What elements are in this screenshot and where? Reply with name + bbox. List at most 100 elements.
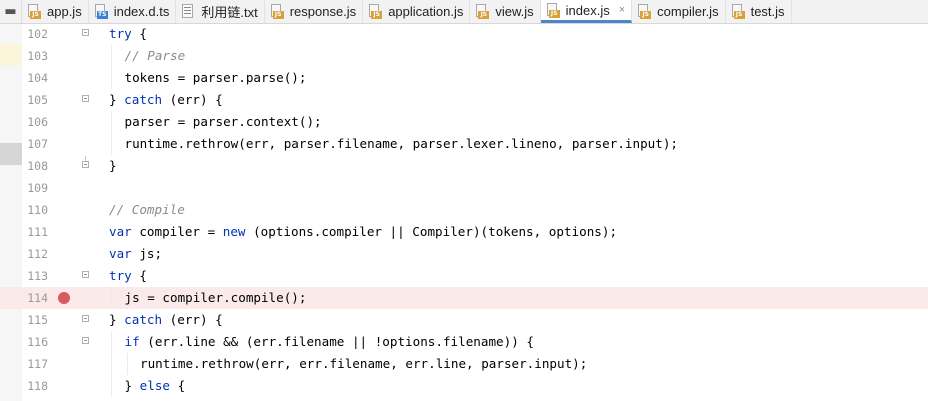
keyword-token: var <box>109 224 132 239</box>
breakpoint-icon[interactable] <box>58 292 70 304</box>
js-file-icon: JS <box>731 4 746 19</box>
fold-marker-icon[interactable] <box>82 95 89 102</box>
code-line[interactable]: 111 var compiler = new (options.compiler … <box>0 221 928 243</box>
code-line[interactable]: 103 // Parse <box>0 45 928 67</box>
tab-compiler-js[interactable]: JS compiler.js <box>632 0 726 23</box>
code-text: var js; <box>109 243 162 265</box>
line-number[interactable]: 114 <box>22 287 48 309</box>
code-token: { <box>131 268 147 283</box>
tab-label: 利用链.txt <box>201 5 258 20</box>
tab-label: view.js <box>495 4 534 19</box>
code-line[interactable]: 112 var js; <box>0 243 928 265</box>
code-text: } <box>109 155 117 177</box>
code-token: js = compiler.compile(); <box>124 290 307 305</box>
line-number[interactable]: 113 <box>22 265 48 287</box>
tab-label: index.js <box>565 2 610 18</box>
code-line[interactable]: 106 parser = parser.context(); <box>0 111 928 133</box>
tab-label: app.js <box>47 4 82 19</box>
indent-guide <box>126 353 128 375</box>
line-number[interactable]: 118 <box>22 375 48 397</box>
fold-marker-icon[interactable] <box>82 156 89 168</box>
code-text: } catch (err) { <box>109 309 223 331</box>
code-token: tokens = parser.parse(); <box>124 70 307 85</box>
keyword-token: if <box>124 334 140 349</box>
tab-txt[interactable]: 利用链.txt <box>176 0 265 23</box>
tab-label: response.js <box>289 4 357 19</box>
code-token: (err) { <box>162 92 223 107</box>
code-token: } <box>109 158 117 173</box>
tab-label: test.js <box>750 4 785 19</box>
code-token: runtime.rethrow(err, parser.filename, pa… <box>124 136 679 151</box>
fold-marker-icon[interactable] <box>82 271 89 278</box>
indent-guide <box>111 67 112 89</box>
code-line[interactable]: 104 tokens = parser.parse(); <box>0 67 928 89</box>
indent-guide <box>111 287 112 309</box>
line-number[interactable]: 115 <box>22 309 48 331</box>
line-number[interactable]: 110 <box>22 199 48 221</box>
line-number[interactable]: 108 <box>22 155 48 177</box>
code-text: // Compile <box>109 199 185 221</box>
keyword-token: else <box>139 378 171 393</box>
indent-guide <box>111 353 112 375</box>
code-line-breakpoint[interactable]: 114 js = compiler.compile(); <box>0 287 928 309</box>
line-number[interactable]: 116 <box>22 331 48 353</box>
line-number[interactable]: 109 <box>22 177 48 199</box>
line-number[interactable]: 106 <box>22 111 48 133</box>
code-line[interactable]: 107 runtime.rethrow(err, parser.filename,… <box>0 133 928 155</box>
line-number[interactable]: 104 <box>22 67 48 89</box>
tab-label: compiler.js <box>657 4 719 19</box>
js-file-icon: JS <box>638 4 652 19</box>
tab-list-menu-icon[interactable]: ▬ <box>0 0 22 23</box>
line-number[interactable]: 102 <box>22 23 48 45</box>
code-editor[interactable]: 102 try {103// Parse 104 tokens = parser.pa… <box>0 24 928 401</box>
editor-tab-bar: ▬ JS app.js TS index.d.ts 利用链.txt JS response.… <box>0 0 928 24</box>
code-line[interactable]: 116 if (err.line && (err.filename || !opt… <box>0 331 928 353</box>
code-token: { <box>131 26 147 41</box>
line-number[interactable]: 107 <box>22 133 48 155</box>
indent-guide <box>111 133 112 155</box>
code-line[interactable]: 117 runtime.rethrow(err, err.filename, er… <box>0 353 928 375</box>
keyword-token: var <box>109 246 132 261</box>
tab-view-js[interactable]: JS view.js <box>470 0 541 23</box>
js-file-icon: JS <box>28 4 42 19</box>
line-number[interactable]: 117 <box>22 353 48 375</box>
tab-app-js[interactable]: JS app.js <box>22 0 89 23</box>
comment-token: // Compile <box>109 202 185 217</box>
ts-file-icon: TS <box>94 4 109 19</box>
close-tab-icon[interactable]: × <box>619 4 625 16</box>
tab-label: index.d.ts <box>113 4 170 19</box>
code-token: { <box>170 378 186 393</box>
line-number[interactable]: 103 <box>22 45 48 67</box>
tab-application-js[interactable]: JS application.js <box>363 0 471 23</box>
code-line[interactable]: 115 } catch (err) { <box>0 309 928 331</box>
code-line[interactable]: 102 try { <box>0 23 928 45</box>
tab-response-js[interactable]: JS response.js <box>265 0 364 23</box>
code-text: try { <box>109 23 147 45</box>
code-line[interactable]: 113 try { <box>0 265 928 287</box>
code-token: compiler = <box>131 224 223 239</box>
js-file-icon: JS <box>546 2 561 18</box>
tab-test-js[interactable]: JS test.js <box>726 0 792 23</box>
code-token: (options.compiler || Compiler)(tokens, o… <box>245 224 618 239</box>
code-line[interactable]: 118} else { <box>0 375 928 397</box>
code-line[interactable]: 110 // Compile <box>0 199 928 221</box>
code-line[interactable]: 105 } catch (err) { <box>0 89 928 111</box>
js-file-icon: JS <box>369 4 383 19</box>
txt-file-icon <box>182 4 196 19</box>
tab-index-js[interactable]: JS index.js × <box>540 0 633 23</box>
code-line[interactable]: 108} <box>0 155 928 177</box>
code-text: parser = parser.context(); <box>125 111 322 133</box>
fold-marker-icon[interactable] <box>82 315 89 322</box>
indent-guide <box>111 45 112 67</box>
fold-marker-icon[interactable] <box>82 29 89 36</box>
code-line[interactable]: 109 <box>0 177 928 199</box>
line-number[interactable]: 112 <box>22 243 48 265</box>
code-token: (err) { <box>162 312 223 327</box>
fold-marker-icon[interactable] <box>82 337 89 344</box>
line-number[interactable]: 111 <box>22 221 48 243</box>
code-text: } catch (err) { <box>109 89 223 111</box>
line-number[interactable]: 105 <box>22 89 48 111</box>
tab-index-d-ts[interactable]: TS index.d.ts <box>89 0 177 23</box>
code-text: var compiler = new (options.compiler || … <box>109 221 617 243</box>
js-file-icon: JS <box>476 4 490 19</box>
